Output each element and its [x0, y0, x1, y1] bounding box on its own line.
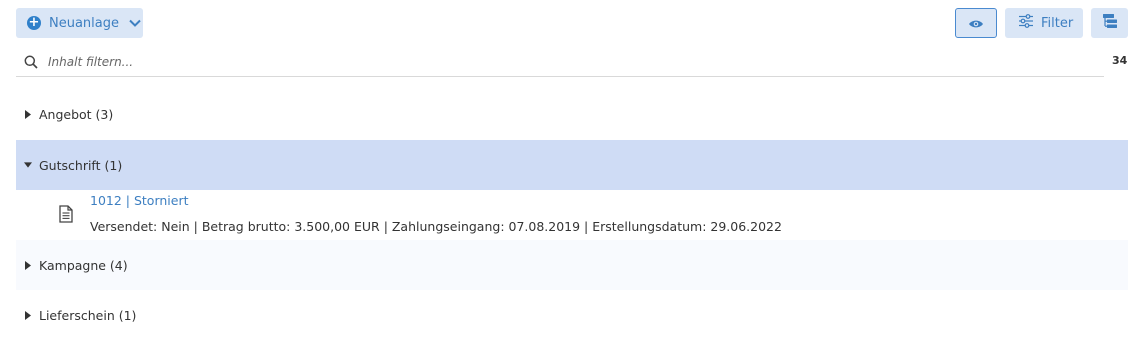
caret-right-icon	[24, 310, 32, 320]
view-toggle-button[interactable]	[955, 8, 997, 38]
filter-button[interactable]: Filter	[1005, 8, 1083, 38]
result-count: 34	[1112, 54, 1128, 67]
search-bar	[16, 47, 1104, 77]
eye-icon	[968, 14, 984, 33]
tree-structure-icon	[1102, 13, 1118, 33]
group-label: Kampagne (4)	[39, 257, 128, 273]
document-icon	[59, 205, 73, 227]
new-entry-button[interactable]: + Neuanlage	[16, 8, 143, 38]
search-icon	[24, 54, 38, 73]
group-label: Lieferschein (1)	[39, 307, 137, 323]
list-item: 1012 | Storniert Versendet: Nein | Betra…	[16, 190, 1128, 240]
caret-down-icon	[24, 161, 32, 169]
tree-view-button[interactable]	[1091, 8, 1128, 38]
group-kampagne[interactable]: Kampagne (4)	[16, 240, 1128, 290]
search-input[interactable]	[46, 51, 1090, 73]
group-lieferschein[interactable]: Lieferschein (1)	[16, 290, 1128, 340]
caret-right-icon	[24, 260, 32, 270]
filter-label: Filter	[1041, 15, 1074, 31]
group-label: Gutschrift (1)	[39, 157, 123, 173]
plus-circle-icon: +	[27, 15, 41, 30]
sliders-icon	[1018, 14, 1041, 32]
chevron-down-icon	[129, 19, 141, 27]
group-angebot[interactable]: Angebot (3)	[16, 89, 1128, 139]
caret-right-icon	[24, 109, 32, 119]
entry-title-link[interactable]: 1012 | Storniert	[90, 193, 189, 208]
group-label: Angebot (3)	[39, 106, 114, 122]
new-entry-label: Neuanlage	[49, 15, 119, 31]
entry-details: Versendet: Nein | Betrag brutto: 3.500,0…	[90, 219, 782, 234]
toolbar: + Neuanlage Filter	[16, 8, 1128, 38]
group-gutschrift[interactable]: Gutschrift (1)	[16, 140, 1128, 190]
